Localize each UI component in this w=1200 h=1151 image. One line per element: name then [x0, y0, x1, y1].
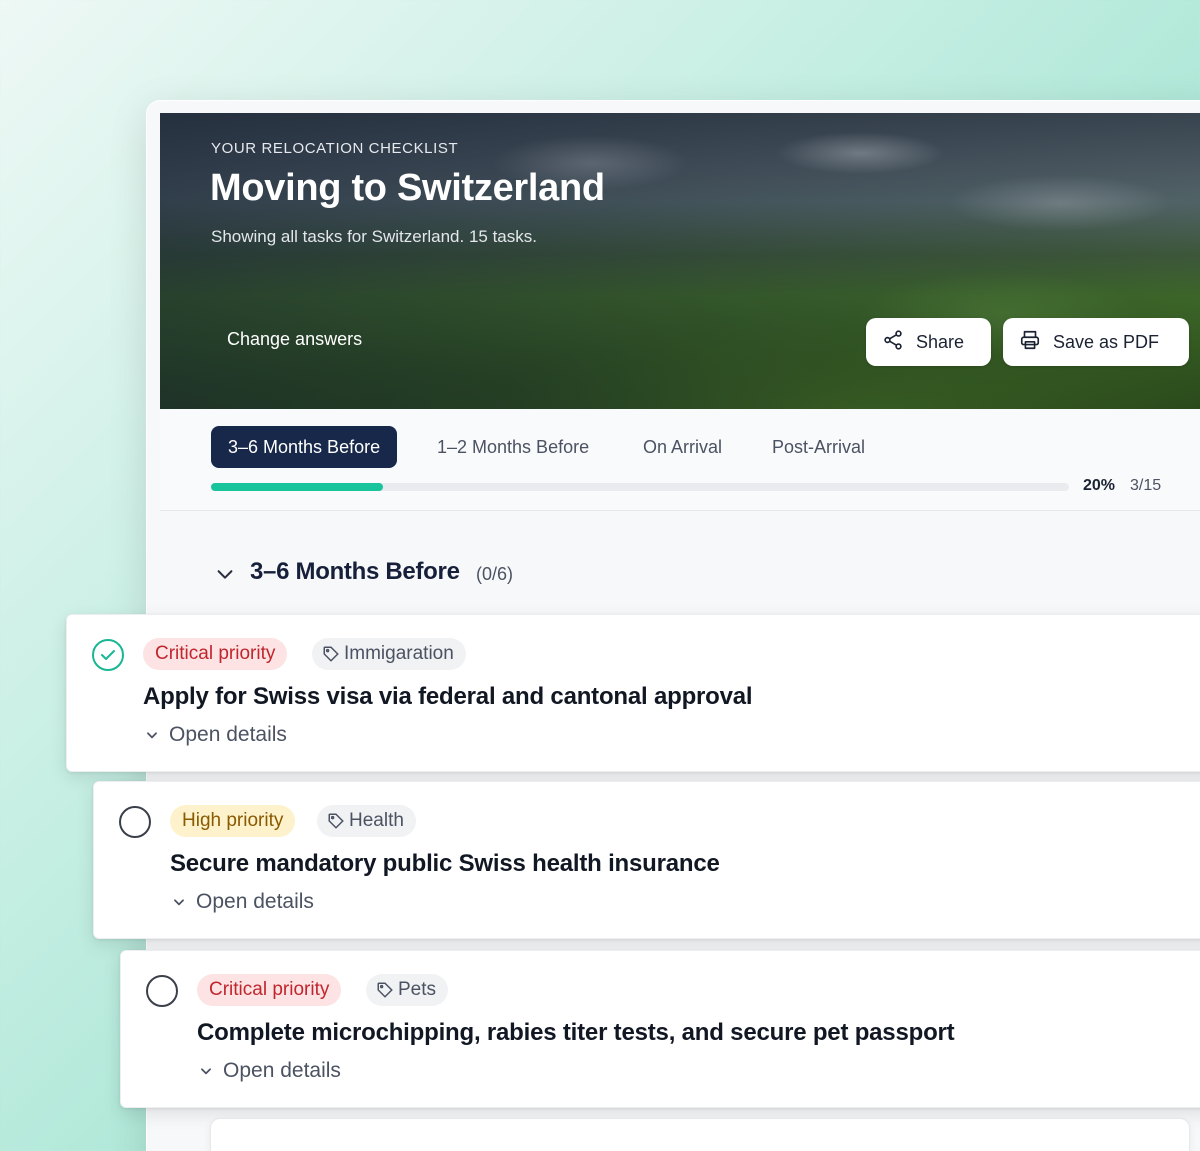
priority-badge: High priority: [170, 805, 296, 837]
chevron-down-icon: [174, 899, 184, 906]
open-details-label: Open details: [169, 723, 287, 746]
section-count: (0/6): [476, 564, 514, 584]
category-tag: Pets: [366, 974, 449, 1006]
task-checkbox[interactable]: [92, 639, 124, 671]
chevron-down-icon: [147, 732, 157, 739]
category-tag-label: Pets: [398, 979, 437, 1000]
task-checkbox[interactable]: [119, 806, 151, 838]
progress-bar: [211, 483, 1069, 491]
section-header[interactable]: 3–6 Months Before (0/6): [160, 512, 1200, 616]
task-card: Critical priority Immigaration Apply for…: [66, 614, 1200, 772]
task-title: Secure mandatory public Swiss health ins…: [170, 850, 720, 877]
hero-eyebrow: YOUR RELOCATION CHECKLIST: [211, 140, 459, 157]
category-tag-label: Health: [349, 810, 404, 831]
timeline-tabs: 3–6 Months Before 1–2 Months Before On A…: [160, 409, 1200, 511]
save-pdf-button[interactable]: Save as PDF: [1003, 318, 1189, 366]
category-tag: Health: [317, 805, 416, 837]
task-checkbox[interactable]: [146, 975, 178, 1007]
check-icon: [101, 650, 115, 660]
save-pdf-label: Save as PDF: [1053, 331, 1160, 352]
task-title: Complete microchipping, rabies titer tes…: [197, 1019, 955, 1046]
share-button[interactable]: Share: [866, 318, 991, 366]
progress-percent: 20%: [1083, 477, 1116, 494]
priority-badge: Critical priority: [143, 638, 288, 670]
hero-subtitle: Showing all tasks for Switzerland. 15 ta…: [211, 227, 537, 246]
tab-post-arrival[interactable]: Post-Arrival: [772, 426, 865, 468]
task-card: High priority Health Secure mandatory pu…: [93, 781, 1200, 939]
change-answers-link[interactable]: Change answers: [227, 329, 362, 350]
tag-icon: [377, 982, 393, 998]
open-details-toggle[interactable]: Open details: [199, 1059, 341, 1083]
tab-3-6-months[interactable]: 3–6 Months Before: [211, 426, 398, 468]
share-icon: [882, 329, 904, 356]
progress-count: 3/15: [1130, 477, 1162, 494]
share-button-label: Share: [916, 331, 965, 352]
tab-1-2-months[interactable]: 1–2 Months Before: [437, 426, 589, 468]
printer-icon: [1019, 329, 1041, 356]
chevron-down-icon: [201, 1068, 211, 1075]
hero-banner: YOUR RELOCATION CHECKLIST Moving to Swit…: [160, 113, 1200, 409]
tab-on-arrival[interactable]: On Arrival: [643, 426, 722, 468]
chevron-down-icon: [217, 570, 233, 579]
section-title: 3–6 Months Before: [250, 558, 460, 585]
tag-icon: [328, 813, 344, 829]
open-details-toggle[interactable]: Open details: [145, 723, 287, 747]
category-tag: Immigaration: [312, 638, 466, 670]
task-card-partial: [210, 1118, 1190, 1151]
priority-badge: Critical priority: [197, 974, 342, 1006]
task-card: Critical priority Pets Complete microchi…: [120, 950, 1200, 1108]
task-title: Apply for Swiss visa via federal and can…: [143, 683, 753, 710]
open-details-label: Open details: [196, 890, 314, 913]
category-tag-label: Immigaration: [344, 643, 454, 664]
open-details-toggle[interactable]: Open details: [172, 890, 314, 914]
open-details-label: Open details: [223, 1059, 341, 1082]
progress-fill: [211, 483, 383, 491]
page-title: Moving to Switzerland: [210, 167, 605, 209]
tag-icon: [323, 646, 339, 662]
